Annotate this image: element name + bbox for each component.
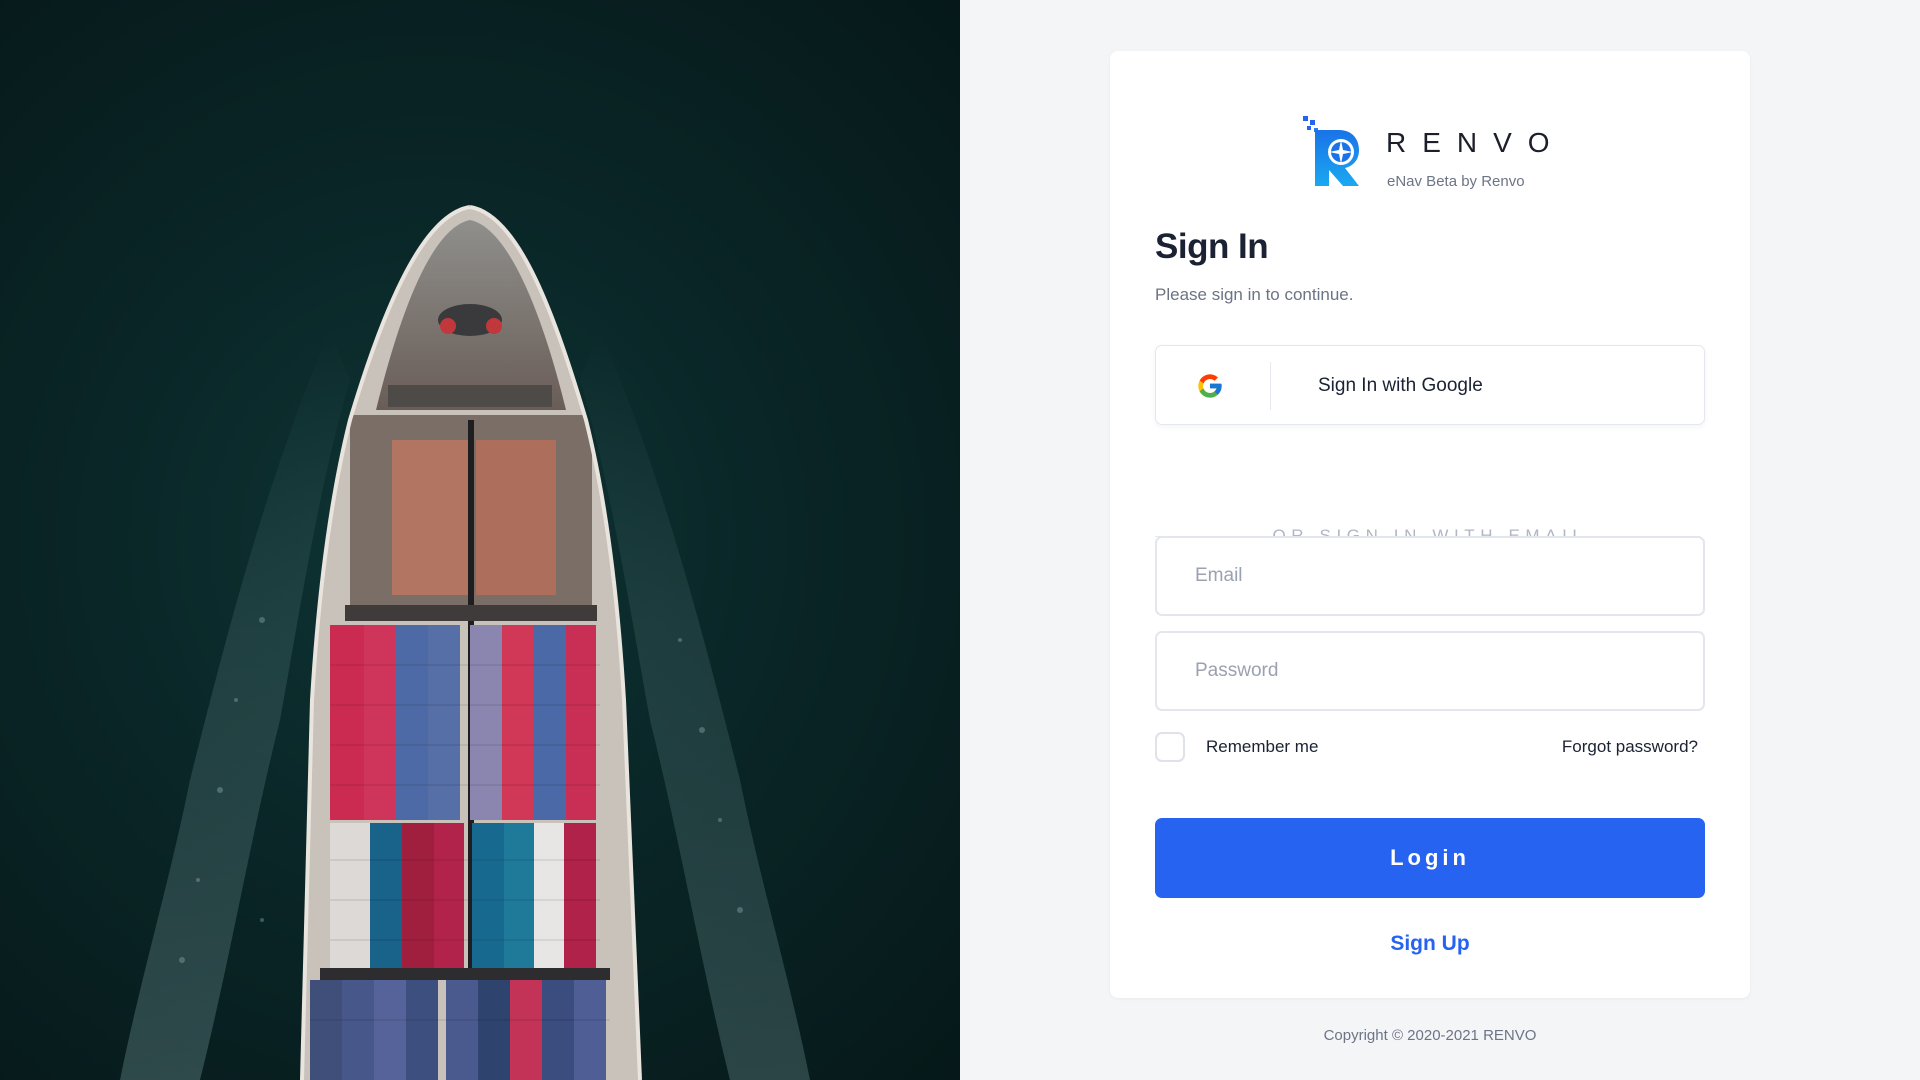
brand: RENVO eNav Beta by Renvo	[1303, 116, 1573, 196]
google-button-separator	[1270, 362, 1271, 410]
sign-up-link[interactable]: Sign Up	[1110, 932, 1750, 956]
login-page: RENVO eNav Beta by Renvo Sign In Please …	[0, 0, 1920, 1080]
brand-tagline: eNav Beta by Renvo	[1387, 173, 1525, 190]
sign-in-card: RENVO eNav Beta by Renvo Sign In Please …	[1110, 51, 1750, 998]
ship-illustration	[120, 205, 810, 1080]
google-icon	[1198, 374, 1222, 398]
password-field[interactable]	[1155, 631, 1705, 711]
google-button-label: Sign In with Google	[1318, 375, 1483, 396]
login-button[interactable]: Login	[1155, 818, 1705, 898]
remember-me[interactable]: Remember me	[1155, 729, 1455, 762]
forgot-password-link[interactable]: Forgot password?	[1562, 737, 1698, 757]
page-subtitle: Please sign in to continue.	[1155, 285, 1354, 304]
renvo-logo-icon	[1303, 116, 1359, 186]
remember-me-label[interactable]: Remember me	[1206, 737, 1318, 757]
auth-panel: RENVO eNav Beta by Renvo Sign In Please …	[960, 0, 1920, 1080]
copyright: Copyright © 2020-2021 RENVO	[1323, 1027, 1537, 1044]
hero-ship-image	[0, 0, 960, 1080]
brand-name: RENVO	[1386, 127, 1566, 158]
google-sign-in-button[interactable]: Sign In with Google	[1155, 345, 1705, 425]
email-field[interactable]	[1155, 536, 1705, 616]
page-title: Sign In	[1155, 227, 1269, 266]
remember-me-checkbox[interactable]	[1155, 732, 1185, 762]
